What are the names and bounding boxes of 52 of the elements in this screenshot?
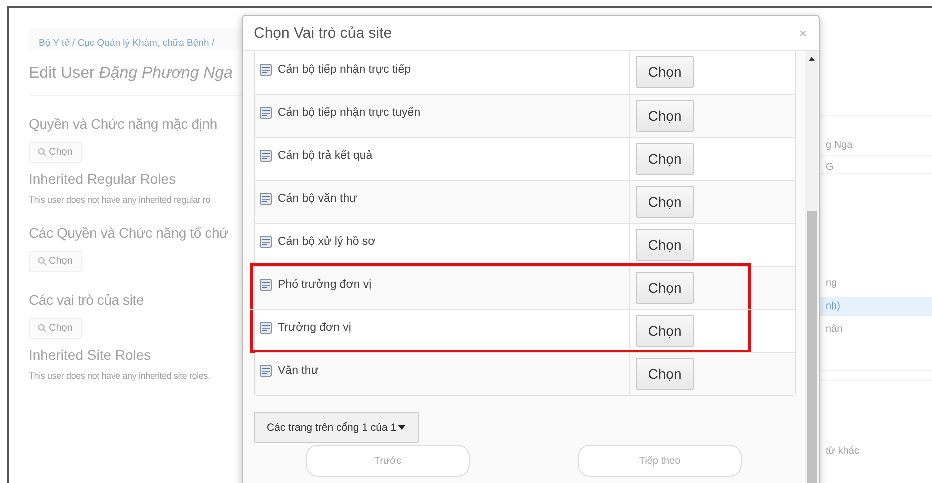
list-icon <box>260 193 272 205</box>
section-heading: Quyền và Chức năng mặc định <box>29 116 218 132</box>
role-name: Cán bộ trả kết quả <box>278 150 373 162</box>
role-name: Cán bộ văn thư <box>278 193 358 205</box>
section-subheading: Inherited Regular Roles <box>29 171 178 187</box>
list-item[interactable]: nân <box>820 320 932 339</box>
choose-button[interactable]: Chọn <box>29 142 82 163</box>
list-icon <box>260 150 272 162</box>
next-button[interactable]: Tiếp theo <box>578 445 742 477</box>
breadcrumb[interactable]: Bộ Y tế / Cục Quản lý Khám, chữa Bệnh / <box>39 38 215 49</box>
search-icon <box>38 324 47 333</box>
section-heading: Các Quyền và Chức năng tổ chứ <box>29 225 230 241</box>
previous-button[interactable]: Trước <box>306 445 470 477</box>
choose-button[interactable]: Chọn <box>636 56 694 88</box>
list-icon <box>260 322 272 334</box>
role-name: Cán bộ xử lý hồ sơ <box>278 236 376 248</box>
caret-icon <box>398 425 406 430</box>
list-icon <box>260 64 272 76</box>
choose-button[interactable]: Chọn <box>29 251 82 272</box>
choose-button[interactable]: Chọn <box>636 358 694 390</box>
choose-button[interactable]: Chọn <box>29 318 82 339</box>
section-subheading: Inherited Site Roles <box>29 347 152 363</box>
choose-button[interactable]: Chọn <box>636 186 694 218</box>
list-item[interactable]: ng <box>820 274 932 293</box>
list-item[interactable]: g Nga <box>820 136 932 155</box>
empty-note: This user does not have any inherited regular ro <box>29 195 212 205</box>
search-icon <box>38 257 47 266</box>
section-heading: Các vai trò của site <box>29 292 146 308</box>
choose-button[interactable]: Chọn <box>636 143 694 175</box>
role-name: Cán bộ tiếp nhận trực tiếp <box>278 64 412 76</box>
role-name: Trưởng đơn vị <box>278 322 352 334</box>
list-item[interactable]: từ khác <box>820 442 932 461</box>
list-item[interactable]: nh) <box>820 297 932 316</box>
dialog-title: Chọn Vai trò của site <box>254 24 392 42</box>
choose-button[interactable]: Chọn <box>636 315 694 347</box>
close-button[interactable]: × <box>797 26 809 40</box>
scrollbar[interactable] <box>805 51 818 483</box>
choose-button[interactable]: Chọn <box>636 272 694 304</box>
list-icon <box>260 236 272 248</box>
list-item[interactable]: G <box>820 158 932 177</box>
empty-note: This user does not have any inherited site roles. <box>29 371 212 381</box>
choose-button[interactable]: Chọn <box>636 100 694 132</box>
role-name: Văn thư <box>278 365 319 377</box>
list-icon <box>260 107 272 119</box>
page-dropdown[interactable]: Các trang trên cổng 1 của 1 <box>254 412 419 443</box>
list-icon <box>260 365 272 377</box>
choose-button[interactable]: Chọn <box>636 229 694 261</box>
search-icon <box>38 148 47 157</box>
role-name: Phó trưởng đơn vị <box>278 279 372 291</box>
list-icon <box>260 279 272 291</box>
scroll-up-icon[interactable] <box>808 57 814 61</box>
role-name: Cán bộ tiếp nhận trực tuyến <box>278 107 421 119</box>
